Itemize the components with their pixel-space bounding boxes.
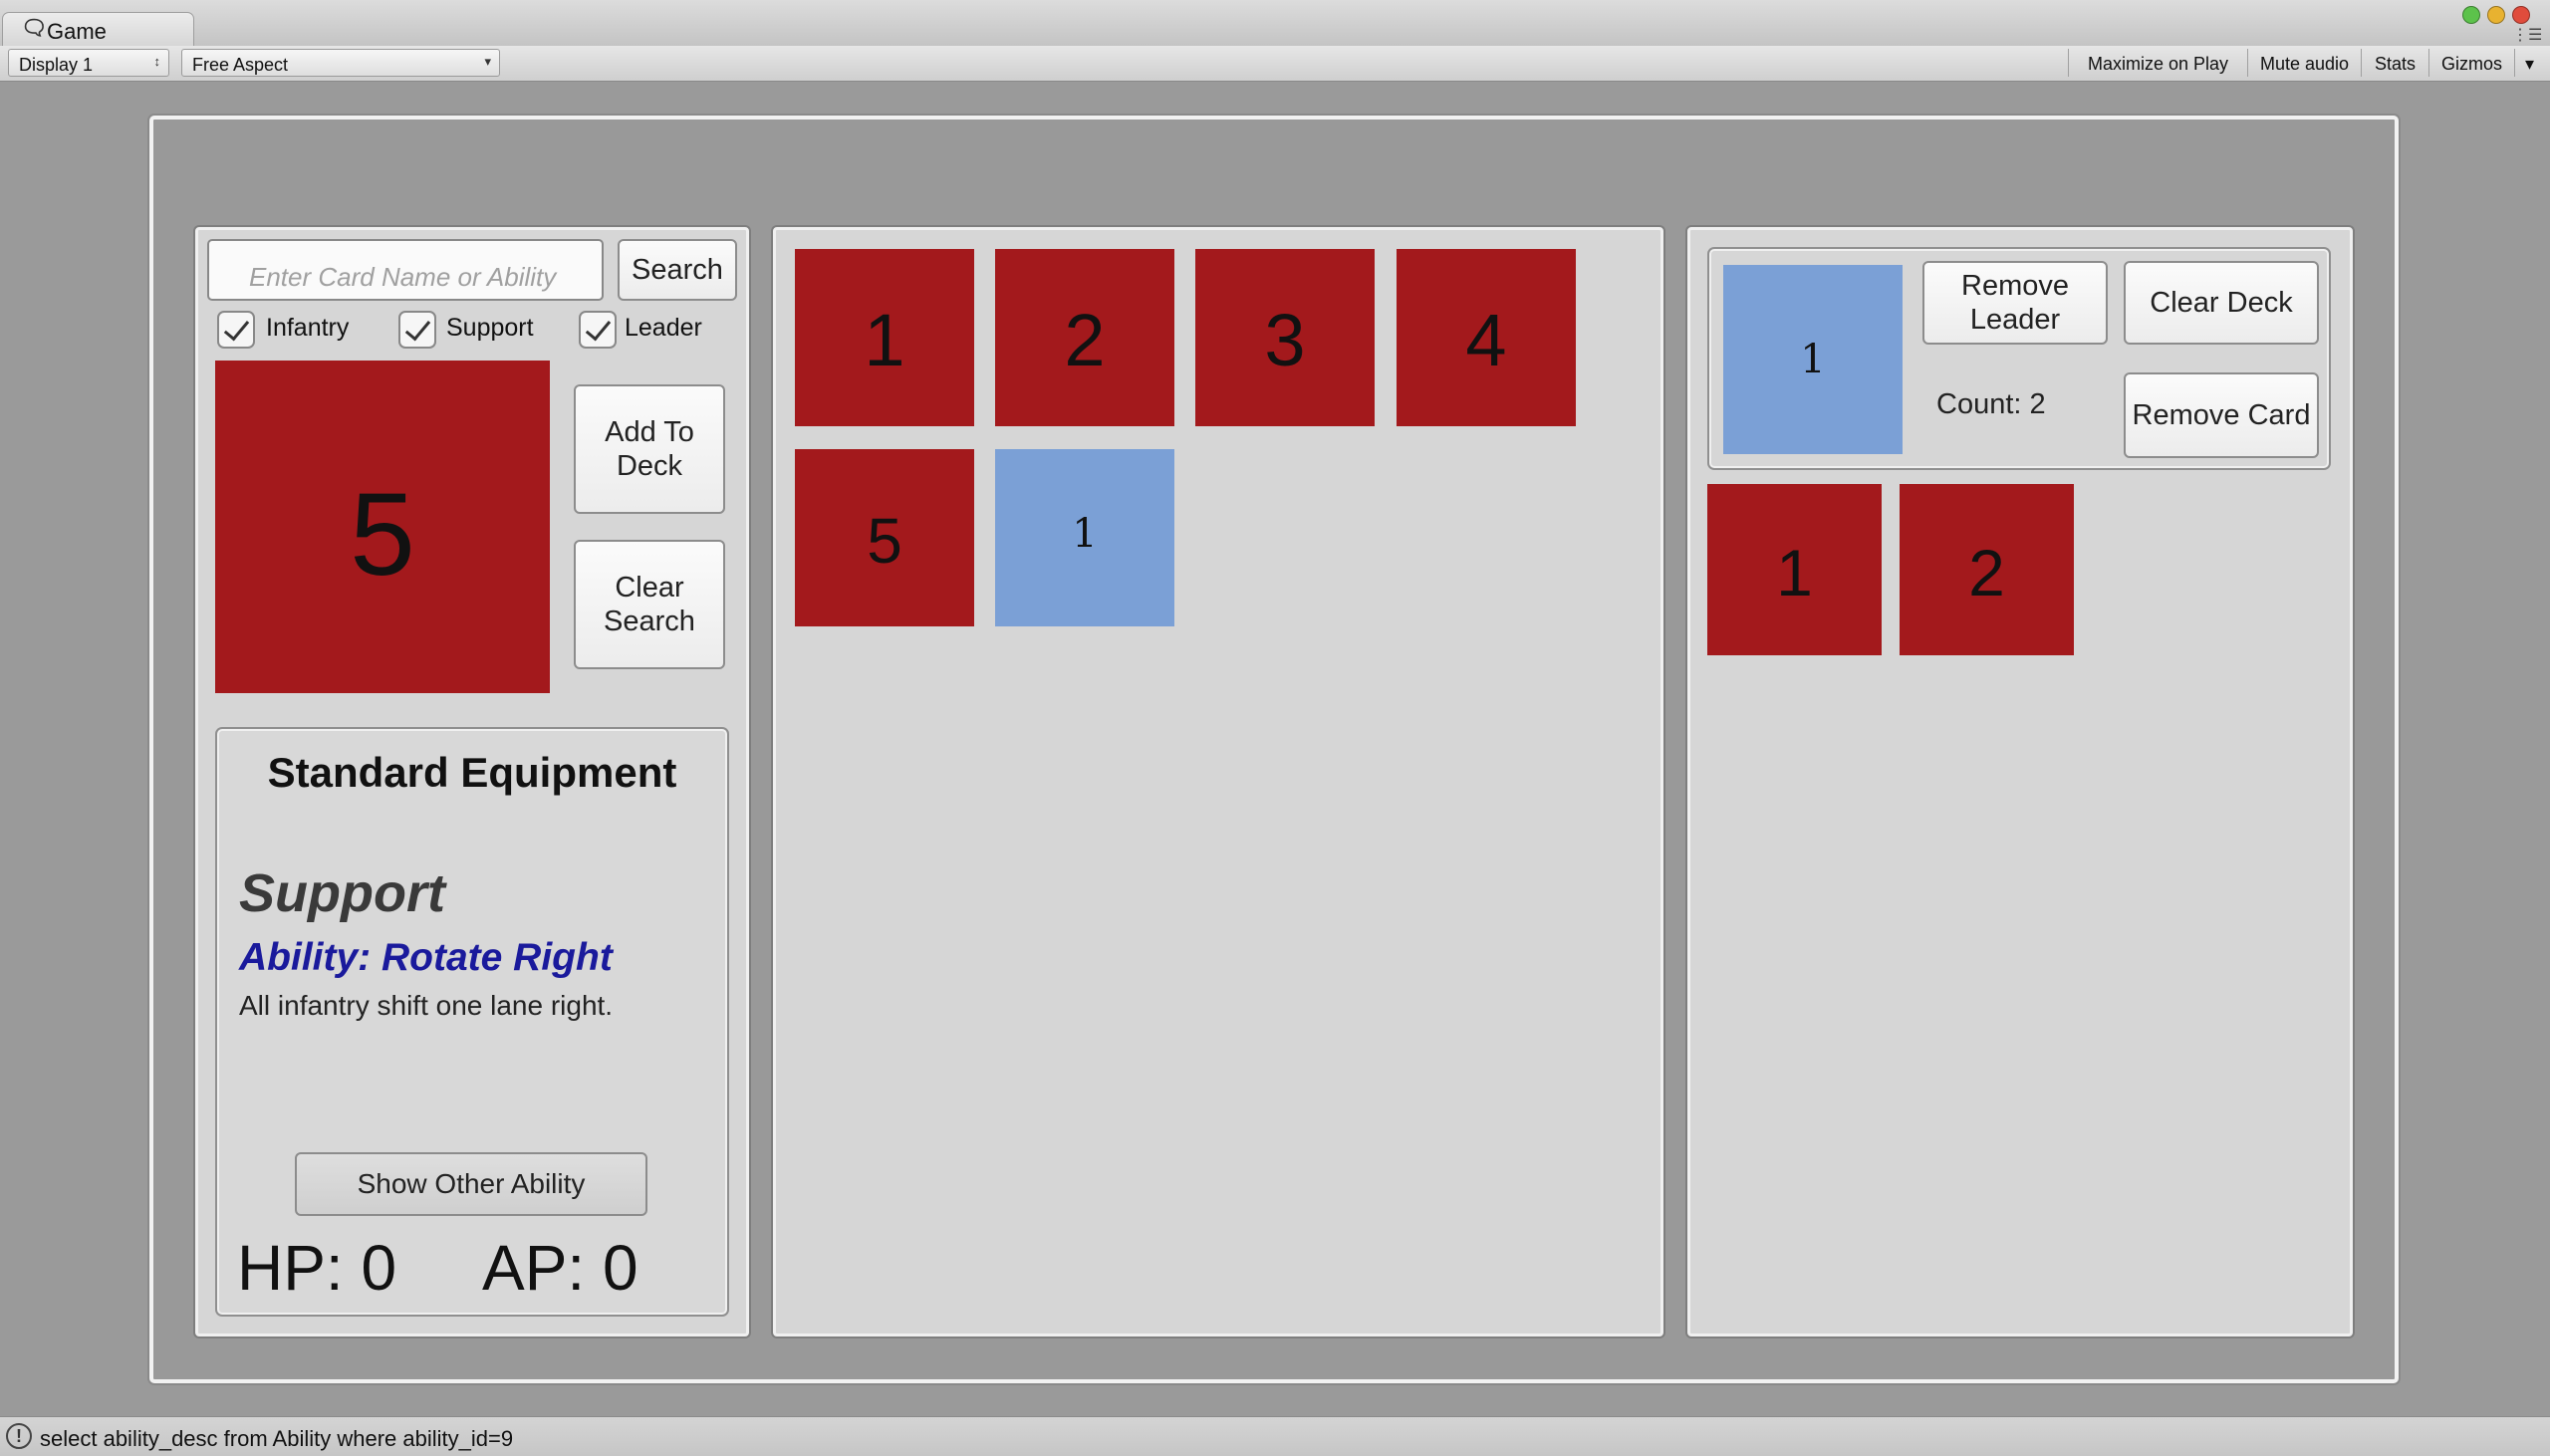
collection-card[interactable]: 3	[1195, 249, 1375, 426]
hp-value: HP: 0	[237, 1232, 397, 1304]
card-description: All infantry shift one lane right.	[239, 990, 614, 1021]
remove-card-button[interactable]: Remove Card	[2124, 372, 2319, 458]
display-dropdown[interactable]: Display 1 ↕	[8, 49, 169, 77]
game-tab-label: Game	[47, 19, 107, 44]
leader-label: Leader	[625, 314, 702, 342]
zoom-window-icon[interactable]	[2462, 6, 2480, 24]
collection-card[interactable]: 1	[795, 249, 974, 426]
deck-count: Count: 2	[1936, 388, 2046, 420]
support-label: Support	[446, 314, 534, 342]
close-window-icon[interactable]	[2512, 6, 2530, 24]
search-button[interactable]: Search	[618, 239, 737, 301]
show-other-ability-button[interactable]: Show Other Ability	[295, 1152, 647, 1216]
infantry-checkbox[interactable]	[217, 311, 255, 349]
aspect-dropdown[interactable]: Free Aspect ▾	[181, 49, 500, 77]
aspect-dropdown-value: Free Aspect	[192, 55, 289, 75]
search-input[interactable]	[207, 239, 604, 301]
add-to-deck-button[interactable]: Add To Deck	[574, 384, 725, 514]
minimize-window-icon[interactable]	[2487, 6, 2505, 24]
deck-card[interactable]: 2	[1900, 484, 2074, 655]
maximize-on-play-toggle[interactable]: Maximize on Play	[2068, 49, 2247, 77]
warning-icon: !	[6, 1423, 32, 1449]
clear-search-button[interactable]: Clear Search	[574, 540, 725, 669]
card-detail-box	[217, 729, 727, 1315]
collection-leader-card[interactable]: 1	[995, 449, 1174, 626]
leader-checkbox[interactable]	[579, 311, 617, 349]
remove-leader-button[interactable]: Remove Leader	[1922, 261, 2108, 345]
deck-card[interactable]: 1	[1707, 484, 1882, 655]
stats-toggle[interactable]: Stats	[2361, 49, 2428, 77]
chevron-down-icon: ▾	[484, 54, 491, 69]
ap-value: AP: 0	[482, 1232, 638, 1304]
checkmark-icon	[585, 314, 612, 342]
gizmos-dropdown-arrow-icon[interactable]: ▾	[2514, 49, 2544, 77]
mute-audio-toggle[interactable]: Mute audio	[2247, 49, 2361, 77]
game-tab[interactable]: 🗨︎ Game	[2, 12, 194, 46]
clear-deck-button[interactable]: Clear Deck	[2124, 261, 2319, 345]
tab-menu-icon[interactable]: ⋮☰	[2512, 28, 2542, 44]
status-message: select ability_desc from Ability where a…	[40, 1426, 514, 1451]
gizmos-toggle[interactable]: Gizmos	[2428, 49, 2514, 77]
editor-titlebar: 🗨︎ Game ⋮☰	[0, 0, 2550, 47]
unity-game-icon: 🗨︎	[21, 17, 48, 40]
card-type: Support	[239, 863, 445, 923]
checkmark-icon	[223, 314, 250, 342]
game-toolbar: Display 1 ↕ Free Aspect ▾ Maximize on Pl…	[0, 46, 2550, 82]
infantry-label: Infantry	[266, 314, 350, 342]
updown-arrow-icon: ↕	[153, 54, 161, 69]
status-bar[interactable]: ! select ability_desc from Ability where…	[0, 1416, 2550, 1456]
checkmark-icon	[404, 314, 431, 342]
card-ability: Ability: Rotate Right	[239, 936, 613, 979]
collection-card[interactable]: 2	[995, 249, 1174, 426]
display-dropdown-value: Display 1	[19, 55, 94, 75]
collection-card[interactable]: 4	[1397, 249, 1576, 426]
support-checkbox[interactable]	[398, 311, 436, 349]
card-name: Standard Equipment	[267, 749, 677, 796]
deck-leader-card[interactable]: 1	[1723, 265, 1903, 454]
preview-card: 5	[215, 361, 550, 693]
collection-card[interactable]: 5	[795, 449, 974, 626]
